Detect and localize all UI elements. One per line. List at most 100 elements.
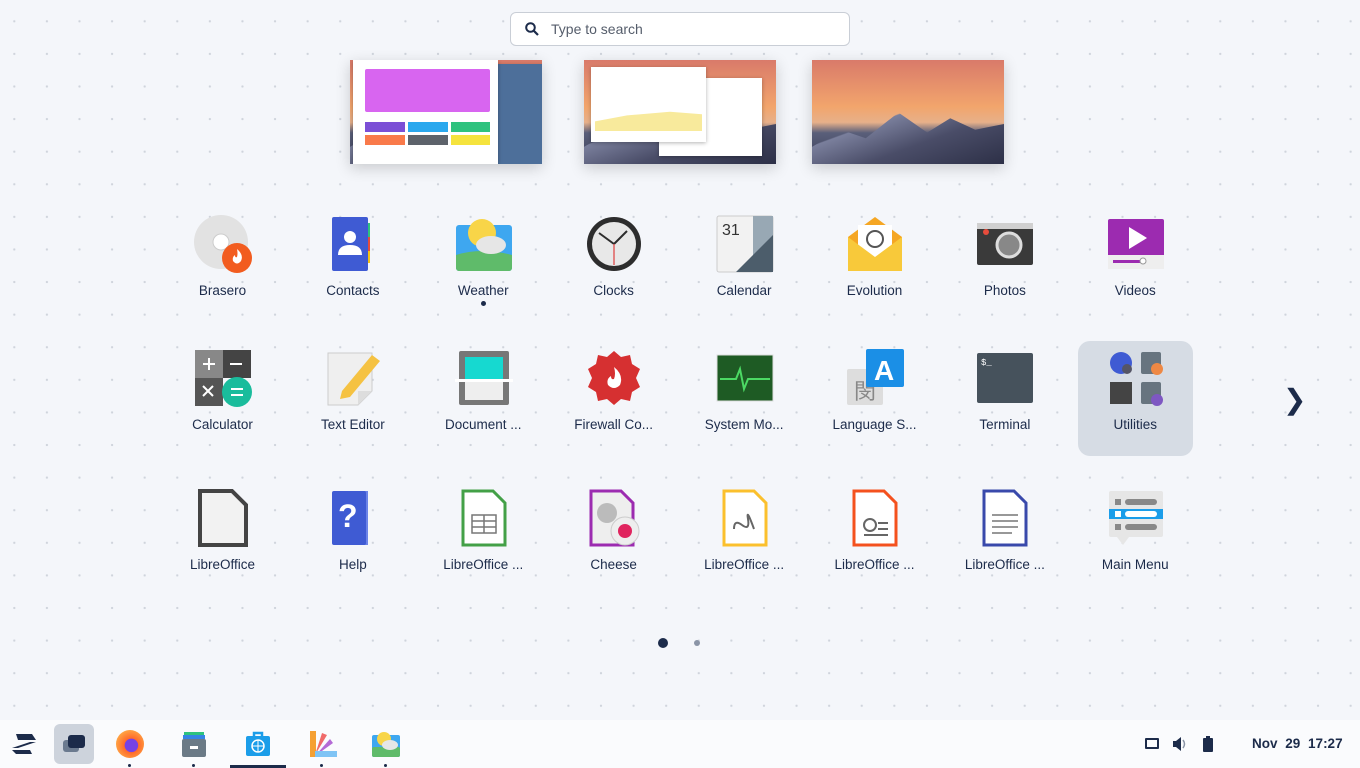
date: Nov 29 bbox=[1252, 736, 1301, 751]
taskbar-files[interactable] bbox=[174, 724, 214, 767]
search-bar[interactable] bbox=[510, 12, 850, 46]
libreoffice-calc-icon bbox=[455, 489, 513, 547]
app-label: LibreOffice ... bbox=[964, 557, 1045, 572]
app-label: Language S... bbox=[832, 417, 917, 432]
running-indicator bbox=[320, 764, 323, 767]
app-label: Cheese bbox=[590, 557, 637, 572]
app-label: LibreOffice ... bbox=[704, 557, 785, 572]
page-indicator-2[interactable] bbox=[694, 640, 700, 646]
app-libreoffice-draw[interactable]: LibreOffice ... bbox=[687, 481, 802, 596]
taskbar-weather[interactable] bbox=[366, 724, 406, 767]
app-terminal[interactable]: $_ Terminal bbox=[947, 341, 1062, 456]
libreoffice-icon bbox=[194, 489, 252, 547]
wallpaper bbox=[812, 112, 1004, 164]
taskbar: Nov 29 17:27 bbox=[0, 720, 1360, 768]
workspaces-button[interactable] bbox=[54, 724, 94, 764]
workspaces-icon bbox=[63, 735, 85, 752]
app-label: Photos bbox=[983, 283, 1026, 298]
running-indicator bbox=[192, 764, 195, 767]
app-libreoffice-impress[interactable]: LibreOffice ... bbox=[817, 481, 932, 596]
running-indicator bbox=[384, 764, 387, 767]
workspace-thumbnail-1[interactable] bbox=[350, 60, 542, 164]
app-label: Help bbox=[339, 557, 367, 572]
app-label: System Mo... bbox=[704, 417, 784, 432]
app-label: Weather bbox=[457, 283, 509, 298]
app-label: Calendar bbox=[716, 283, 772, 298]
app-system-monitor[interactable]: System Mo... bbox=[687, 341, 802, 456]
app-label: Videos bbox=[1114, 283, 1156, 298]
app-cheese[interactable]: Cheese bbox=[556, 481, 671, 596]
system-monitor-icon bbox=[716, 349, 774, 407]
contacts-icon bbox=[324, 215, 382, 273]
app-label: Clocks bbox=[593, 283, 634, 298]
zorin-logo-icon bbox=[12, 734, 36, 754]
volume-icon[interactable] bbox=[1172, 736, 1188, 752]
app-libreoffice[interactable]: LibreOffice bbox=[165, 481, 280, 596]
search-icon bbox=[525, 22, 539, 36]
text-editor-icon bbox=[324, 349, 382, 407]
app-libreoffice-writer[interactable]: LibreOffice ... bbox=[947, 481, 1062, 596]
search-input[interactable] bbox=[551, 21, 831, 37]
weather-icon bbox=[455, 215, 513, 273]
app-label: Utilities bbox=[1113, 417, 1158, 432]
app-calculator[interactable]: Calculator bbox=[165, 341, 280, 456]
libreoffice-impress-icon bbox=[846, 489, 904, 547]
language-support-icon: 閔A bbox=[846, 349, 904, 407]
running-indicator bbox=[480, 301, 486, 306]
evolution-icon bbox=[846, 215, 904, 273]
app-firewall[interactable]: Firewall Co... bbox=[556, 341, 671, 456]
app-videos[interactable]: Videos bbox=[1078, 207, 1193, 322]
app-contacts[interactable]: Contacts bbox=[295, 207, 410, 322]
libreoffice-writer-icon bbox=[976, 489, 1034, 547]
screen-icon[interactable] bbox=[1145, 738, 1159, 749]
app-brasero[interactable]: Brasero bbox=[165, 207, 280, 322]
app-label: Document ... bbox=[445, 417, 522, 432]
help-icon: ? bbox=[324, 489, 382, 547]
app-weather[interactable]: Weather bbox=[426, 207, 541, 322]
workspace-thumbnail-3[interactable] bbox=[812, 60, 1004, 164]
app-label: Main Menu bbox=[1101, 557, 1169, 572]
app-libreoffice-calc[interactable]: LibreOffice ... bbox=[426, 481, 541, 596]
date-time[interactable]: Nov 29 17:27 bbox=[1252, 736, 1343, 751]
taskbar-appearance[interactable] bbox=[302, 724, 342, 767]
app-label: LibreOffice bbox=[189, 557, 256, 572]
svg-text:31: 31 bbox=[722, 222, 740, 239]
app-main-menu[interactable]: Main Menu bbox=[1078, 481, 1193, 596]
app-label: Terminal bbox=[979, 417, 1031, 432]
svg-text:?: ? bbox=[338, 498, 358, 534]
page-indicator-1-active[interactable] bbox=[658, 638, 668, 648]
appearance-icon bbox=[310, 731, 337, 757]
app-help[interactable]: ? Help bbox=[295, 481, 410, 596]
svg-text:A: A bbox=[874, 355, 894, 386]
app-folder[interactable]: Utilities bbox=[1077, 341, 1193, 456]
app-clocks[interactable]: Clocks bbox=[556, 207, 671, 322]
app-text-editor[interactable]: Text Editor bbox=[295, 341, 410, 456]
document-scanner-icon bbox=[454, 349, 513, 407]
libreoffice-draw-icon bbox=[716, 489, 774, 547]
files-icon bbox=[182, 732, 206, 757]
app-document-scanner[interactable]: Document ... bbox=[426, 341, 541, 456]
app-language-support[interactable]: 閔 A Language S... bbox=[817, 341, 932, 456]
app-evolution[interactable]: Evolution bbox=[817, 207, 932, 322]
clocks-icon bbox=[585, 215, 643, 273]
folder-icon bbox=[1107, 349, 1165, 407]
main-menu-icon bbox=[1107, 489, 1165, 547]
brasero-icon bbox=[194, 215, 252, 273]
running-indicator bbox=[128, 764, 131, 767]
taskbar-firefox[interactable] bbox=[110, 724, 150, 767]
calculator-icon bbox=[194, 349, 252, 407]
time: 17:27 bbox=[1308, 736, 1343, 751]
photos-icon bbox=[976, 215, 1034, 273]
app-label: Contacts bbox=[326, 283, 380, 298]
battery-icon[interactable] bbox=[1202, 736, 1214, 752]
next-page-chevron-icon[interactable]: ❯ bbox=[1283, 383, 1306, 416]
workspace-thumbnail-2[interactable] bbox=[584, 60, 776, 164]
taskbar-software[interactable] bbox=[230, 724, 286, 768]
weather-window-thumbnail bbox=[591, 67, 706, 142]
app-label: Firewall Co... bbox=[574, 417, 654, 432]
app-label: LibreOffice ... bbox=[834, 557, 915, 572]
app-calendar[interactable]: 31 Calendar bbox=[687, 207, 802, 322]
zorin-menu-button[interactable] bbox=[4, 724, 44, 764]
firefox-icon bbox=[116, 730, 144, 758]
app-photos[interactable]: Photos bbox=[947, 207, 1062, 322]
